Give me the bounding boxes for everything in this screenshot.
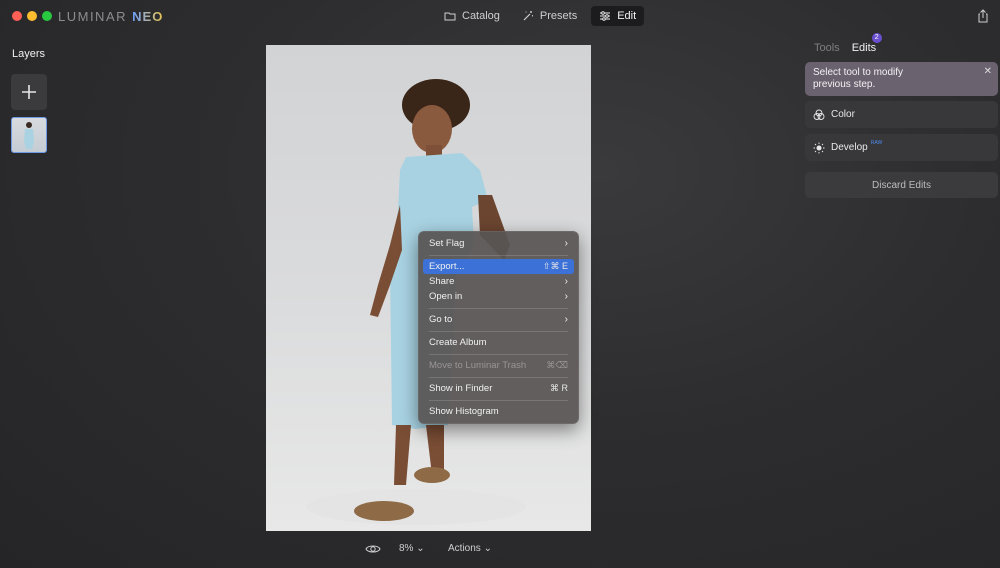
context-menu: Set Flag › Export... ⇧⌘ E Share › Open in › …: [418, 231, 579, 424]
export-shortcut: ⇧⌘ E: [542, 261, 568, 271]
nav-catalog-label: Catalog: [462, 10, 500, 22]
trash-shortcut: ⌘⌫: [546, 360, 568, 370]
layer-preview-image: [24, 122, 34, 149]
menu-separator: [429, 399, 568, 401]
menu-item-export[interactable]: Export... ⇧⌘ E: [423, 259, 574, 274]
menu-separator: [429, 254, 568, 256]
menu-item-show-in-finder[interactable]: Show in Finder ⌘ R: [423, 381, 574, 396]
right-panel-tabs: Tools Edits 2: [814, 33, 882, 54]
menu-separator: [429, 307, 568, 309]
tab-edits[interactable]: Edits 2: [852, 33, 882, 54]
discard-edits-button[interactable]: Discard Edits: [805, 172, 998, 198]
zoom-window-button[interactable]: [42, 11, 52, 21]
layer-thumbnail[interactable]: [11, 117, 47, 153]
menu-item-go-to[interactable]: Go to ›: [423, 312, 574, 327]
hint-text-line2: previous step.: [813, 79, 876, 90]
tab-tools[interactable]: Tools: [814, 42, 840, 54]
develop-tool-button[interactable]: Develop RAW: [805, 134, 998, 161]
eye-icon[interactable]: [365, 543, 381, 555]
raw-badge: RAW: [870, 139, 883, 146]
menu-item-set-flag[interactable]: Set Flag ›: [423, 236, 574, 251]
close-icon[interactable]: ✕: [984, 66, 992, 78]
menu-item-show-histogram[interactable]: Show Histogram: [423, 404, 574, 419]
nav-edit[interactable]: Edit: [591, 6, 645, 26]
title-bar: LUMINAR NEO Catalog Presets Edit: [0, 0, 1000, 32]
menu-item-open-in[interactable]: Open in ›: [423, 289, 574, 304]
chevron-right-icon: ›: [564, 314, 568, 325]
add-layer-button[interactable]: [11, 74, 47, 110]
color-tool-button[interactable]: Color: [805, 101, 998, 128]
edits-count-badge: 2: [871, 33, 882, 43]
app-logo: LUMINAR NEO: [58, 9, 164, 24]
menu-separator: [429, 353, 568, 355]
close-window-button[interactable]: [12, 11, 22, 21]
chevron-down-icon: ⌄: [483, 543, 492, 554]
hint-banner: Select tool to modify previous step. ✕: [805, 62, 998, 96]
app-window: LUMINAR NEO Catalog Presets Edit Layers: [0, 0, 1000, 568]
layers-title: Layers: [12, 48, 46, 60]
finder-shortcut: ⌘ R: [550, 383, 568, 393]
color-circles-icon: [813, 109, 825, 120]
actions-dropdown[interactable]: Actions ⌄: [448, 543, 492, 554]
zoom-dropdown[interactable]: 8% ⌄: [399, 543, 425, 554]
minimize-window-button[interactable]: [27, 11, 37, 21]
chevron-down-icon: ⌄: [416, 543, 425, 554]
sliders-icon: [600, 11, 611, 21]
menu-separator: [429, 376, 568, 378]
nav-edit-label: Edit: [617, 10, 637, 22]
nav-presets[interactable]: Presets: [514, 6, 585, 26]
menu-item-move-to-trash: Move to Luminar Trash ⌘⌫: [429, 360, 568, 371]
chevron-right-icon: ›: [564, 238, 568, 249]
nav-catalog[interactable]: Catalog: [436, 6, 508, 26]
plus-icon: [22, 85, 36, 99]
main-nav: Catalog Presets Edit: [436, 6, 645, 26]
hint-text-line1: Select tool to modify: [813, 67, 904, 78]
menu-separator: [429, 330, 568, 332]
chevron-right-icon: ›: [564, 276, 568, 287]
develop-tool-label: Develop: [831, 142, 868, 153]
chevron-right-icon: ›: [564, 291, 568, 302]
magic-wand-icon: [523, 11, 533, 21]
menu-item-share[interactable]: Share ›: [423, 274, 574, 289]
sun-icon: [813, 142, 825, 153]
nav-presets-label: Presets: [539, 10, 578, 22]
color-tool-label: Color: [831, 109, 855, 120]
folder-icon: [444, 12, 456, 21]
menu-item-create-album[interactable]: Create Album: [423, 335, 574, 350]
share-icon[interactable]: [976, 9, 990, 23]
